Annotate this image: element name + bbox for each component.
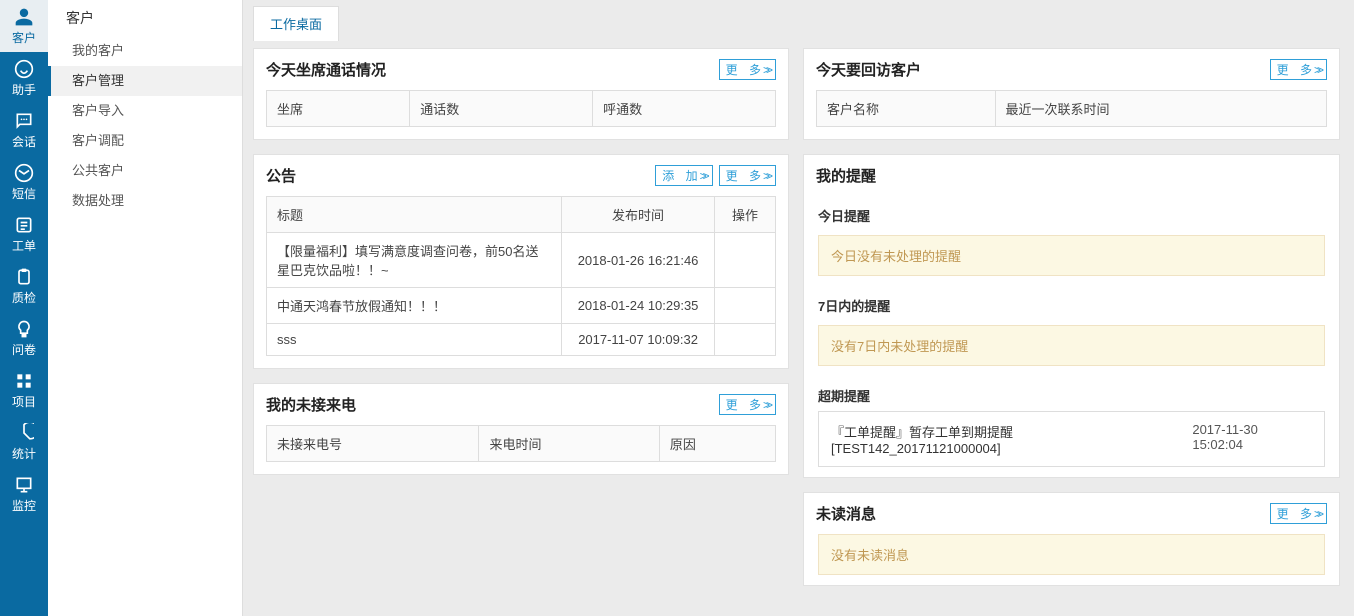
clipboard-icon — [14, 267, 34, 287]
tabs: 工作桌面 — [243, 0, 1354, 38]
sub-nav-item[interactable]: 数据处理 — [48, 186, 242, 216]
col-number: 未接来电号 — [267, 426, 479, 462]
monitor-icon — [14, 475, 34, 495]
agent-table: 坐席 通话数 呼通数 — [266, 90, 776, 127]
panel-title: 今天要回访客户 — [816, 59, 921, 80]
announce-col: 发布时间 — [562, 197, 715, 233]
reminder-week-label: 7日内的提醒 — [804, 286, 1339, 321]
sub-nav-item[interactable]: 客户调配 — [48, 126, 242, 156]
announce-col: 操作 — [714, 197, 775, 233]
nav-label: 监控 — [12, 497, 36, 514]
chat-icon — [14, 111, 34, 131]
announce-time: 2018-01-24 10:29:35 — [562, 288, 715, 324]
add-button[interactable]: 添 加>> — [655, 165, 712, 186]
nav-chat[interactable]: 会话 — [0, 104, 48, 156]
announce-op — [714, 288, 775, 324]
reminder-today-empty: 今日没有未处理的提醒 — [818, 235, 1325, 276]
more-button[interactable]: 更 多>> — [719, 165, 776, 186]
col-connected: 呼通数 — [593, 91, 776, 127]
user-icon — [14, 7, 34, 27]
nav-clipboard[interactable]: 质检 — [0, 260, 48, 312]
panel-title: 我的未接来电 — [266, 394, 356, 415]
unread-empty: 没有未读消息 — [818, 534, 1325, 575]
nav-label: 统计 — [12, 445, 36, 462]
announce-col: 标题 — [267, 197, 562, 233]
announce-op — [714, 324, 775, 356]
list-icon — [14, 215, 34, 235]
col-calls: 通话数 — [410, 91, 593, 127]
sub-nav-title: 客户 — [48, 0, 242, 36]
col-agent: 坐席 — [267, 91, 410, 127]
panel-reminders: 我的提醒 今日提醒 今日没有未处理的提醒 7日内的提醒 没有7日内未处理的提醒 … — [803, 154, 1340, 478]
col-customer: 客户名称 — [817, 91, 996, 127]
announce-title: sss — [267, 324, 562, 356]
content: 工作桌面 今天坐席通话情况 更 多>> 坐席 — [243, 0, 1354, 616]
col-reason: 原因 — [659, 426, 775, 462]
more-button[interactable]: 更 多>> — [719, 394, 776, 415]
announce-op — [714, 233, 775, 288]
nav-label: 问卷 — [12, 341, 36, 358]
table-row[interactable]: sss2017-11-07 10:09:32 — [267, 324, 776, 356]
panel-announcements: 公告 添 加>> 更 多>> 标题发布时间操作【限量福利】填写满意度调查问卷，前… — [253, 154, 789, 369]
sub-nav-item[interactable]: 客户管理 — [48, 66, 242, 96]
announce-table: 标题发布时间操作【限量福利】填写满意度调查问卷，前50名送星巴克饮品啦！！~20… — [266, 196, 776, 356]
reminder-today-label: 今日提醒 — [804, 196, 1339, 231]
reminder-overdue-label: 超期提醒 — [804, 376, 1339, 411]
table-row[interactable]: 【限量福利】填写满意度调查问卷，前50名送星巴克饮品啦！！~2018-01-26… — [267, 233, 776, 288]
reminder-overdue-row[interactable]: 『工单提醒』暂存工单到期提醒[TEST142_20171121000004] 2… — [818, 411, 1325, 467]
sub-nav-item[interactable]: 公共客户 — [48, 156, 242, 186]
nav-user[interactable]: 客户 — [0, 0, 48, 52]
nav-label: 短信 — [12, 185, 36, 202]
missed-table: 未接来电号 来电时间 原因 — [266, 425, 776, 462]
nav-label: 工单 — [12, 237, 36, 254]
nav-pie[interactable]: 统计 — [0, 416, 48, 468]
main-nav: 客户助手会话短信工单质检问卷项目统计监控 — [0, 0, 48, 616]
assistant-icon — [14, 59, 34, 79]
nav-mail[interactable]: 短信 — [0, 156, 48, 208]
revisit-table: 客户名称 最近一次联系时间 — [816, 90, 1327, 127]
reminder-week-empty: 没有7日内未处理的提醒 — [818, 325, 1325, 366]
tab-desktop[interactable]: 工作桌面 — [253, 6, 339, 41]
nav-label: 客户 — [12, 29, 36, 46]
nav-list[interactable]: 工单 — [0, 208, 48, 260]
more-button[interactable]: 更 多>> — [719, 59, 776, 80]
pie-icon — [14, 423, 34, 443]
panel-revisit: 今天要回访客户 更 多>> 客户名称 最近一次联系时间 — [803, 48, 1340, 140]
panel-title: 我的提醒 — [816, 165, 876, 186]
grid-icon — [14, 371, 34, 391]
nav-label: 助手 — [12, 81, 36, 98]
nav-label: 项目 — [12, 393, 36, 410]
announce-title: 中通天鸿春节放假通知！！！ — [267, 288, 562, 324]
col-time: 来电时间 — [479, 426, 659, 462]
panel-unread: 未读消息 更 多>> 没有未读消息 — [803, 492, 1340, 586]
nav-assistant[interactable]: 助手 — [0, 52, 48, 104]
col-last-contact: 最近一次联系时间 — [995, 91, 1327, 127]
announce-time: 2017-11-07 10:09:32 — [562, 324, 715, 356]
mail-icon — [14, 163, 34, 183]
nav-label: 质检 — [12, 289, 36, 306]
table-row[interactable]: 中通天鸿春节放假通知！！！2018-01-24 10:29:35 — [267, 288, 776, 324]
announce-time: 2018-01-26 16:21:46 — [562, 233, 715, 288]
reminder-time: 2017-11-30 15:02:04 — [1192, 422, 1312, 456]
nav-label: 会话 — [12, 133, 36, 150]
more-button[interactable]: 更 多>> — [1270, 59, 1327, 80]
nav-monitor[interactable]: 监控 — [0, 468, 48, 520]
more-button[interactable]: 更 多>> — [1270, 503, 1327, 524]
sub-nav: 客户 我的客户客户管理客户导入客户调配公共客户数据处理 — [48, 0, 243, 616]
reminder-text: 『工单提醒』暂存工单到期提醒[TEST142_20171121000004] — [831, 422, 1182, 456]
panel-title: 未读消息 — [816, 503, 876, 524]
nav-bulb[interactable]: 问卷 — [0, 312, 48, 364]
panel-agent-calls: 今天坐席通话情况 更 多>> 坐席 通话数 呼通数 — [253, 48, 789, 140]
panel-missed-calls: 我的未接来电 更 多>> 未接来电号 来电时间 原因 — [253, 383, 789, 475]
announce-title: 【限量福利】填写满意度调查问卷，前50名送星巴克饮品啦！！~ — [267, 233, 562, 288]
sub-nav-item[interactable]: 客户导入 — [48, 96, 242, 126]
sub-nav-item[interactable]: 我的客户 — [48, 36, 242, 66]
bulb-icon — [14, 319, 34, 339]
panel-title: 今天坐席通话情况 — [266, 59, 386, 80]
nav-grid[interactable]: 项目 — [0, 364, 48, 416]
panel-title: 公告 — [266, 165, 296, 186]
